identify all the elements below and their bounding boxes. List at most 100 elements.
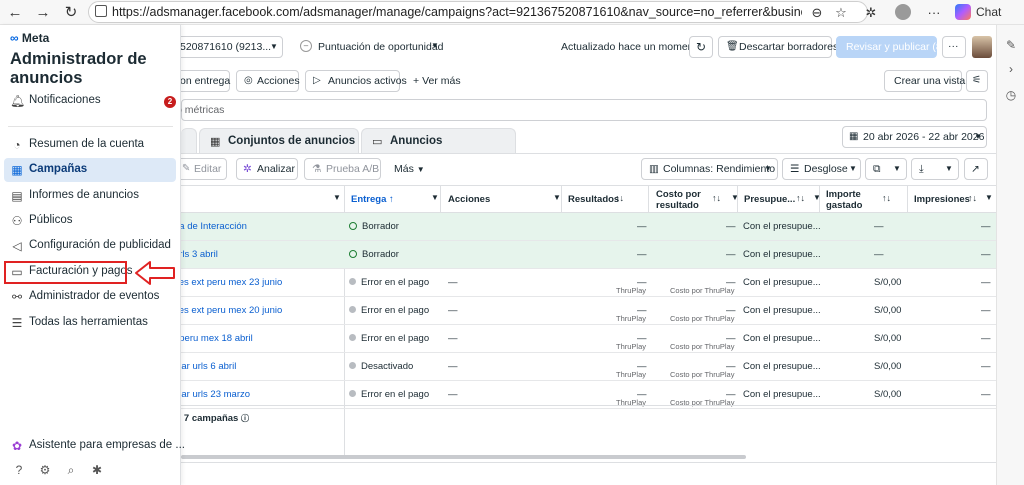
- campaign-name-link[interactable]: t peru mex 18 abril: [174, 333, 253, 344]
- zoom-icon[interactable]: ⊖: [808, 4, 826, 22]
- col-spent[interactable]: Importe gastado: [826, 189, 876, 211]
- forward-icon[interactable]: →: [34, 4, 52, 22]
- grid-icon: ▦: [210, 136, 221, 148]
- tab-ads[interactable]: ▭ Anuncios: [361, 128, 516, 153]
- discard-drafts-button[interactable]: 🗑 Descartar borradores: [718, 36, 838, 58]
- sidebar-item-account-overview[interactable]: ◔ Resumen de la cuenta: [4, 133, 176, 157]
- chart-button[interactable]: ↗: [964, 158, 988, 180]
- profile-avatar[interactable]: [895, 4, 911, 20]
- sidebar-item-campaigns[interactable]: ▦ Campañas: [4, 158, 176, 182]
- sort-icon[interactable]: ↑↓: [615, 193, 624, 203]
- more-button[interactable]: ···: [942, 36, 966, 58]
- chat-button[interactable]: Chat: [976, 5, 1001, 19]
- site-info-icon[interactable]: [95, 5, 107, 17]
- create-view-button[interactable]: Crear una vista: [884, 70, 965, 92]
- column-divider: [737, 185, 738, 213]
- chevron-right-icon[interactable]: ›: [1004, 62, 1018, 76]
- sidebar-item-audiences[interactable]: ⚇ Públicos: [4, 209, 176, 233]
- url-text[interactable]: https://adsmanager.facebook.com/adsmanag…: [112, 5, 802, 19]
- review-publish-button[interactable]: Revisar y publicar (8): [836, 36, 945, 58]
- table-row[interactable]: ces ext peru mex 23 junio Error en el pag…: [174, 269, 996, 297]
- export-dropdown[interactable]: ⤓ ▼: [911, 158, 959, 180]
- more-label: ···: [948, 40, 959, 52]
- filter-chip-active-ads[interactable]: ▷ Anuncios activos: [305, 70, 407, 92]
- meta-logo[interactable]: ∞ Meta: [10, 31, 49, 45]
- opportunity-score[interactable]: Puntuación de oportunidad: [318, 41, 444, 53]
- campaign-name-link[interactable]: ces ext peru mex 20 junio: [174, 305, 282, 316]
- chevron-down-icon[interactable]: ▼: [333, 193, 341, 202]
- history-icon[interactable]: ◷: [1004, 88, 1018, 102]
- col-cost[interactable]: Costo por resultado: [656, 189, 716, 211]
- user-avatar[interactable]: [972, 36, 992, 58]
- extensions-icon[interactable]: ✲: [862, 4, 880, 22]
- table-row[interactable]: inar urls 6 abril Desactivado — — ThruPlay — C…: [174, 353, 996, 381]
- col-delivery[interactable]: Entrega ↑: [351, 194, 394, 205]
- account-selector[interactable]: 520871610 (9213... ▼: [165, 36, 283, 58]
- sidebar-item-all-tools[interactable]: ☰ Todas las herramientas: [4, 311, 176, 335]
- status-dot-icon: [349, 334, 356, 341]
- chevron-down-icon[interactable]: ▼: [985, 193, 993, 202]
- sort-icon[interactable]: ↑↓: [968, 193, 977, 203]
- sort-icon[interactable]: ↑↓: [712, 193, 721, 203]
- chevron-down-icon[interactable]: ▼: [553, 193, 561, 202]
- tab-adsets[interactable]: ▦ Conjuntos de anuncios: [199, 128, 359, 153]
- settings-sliders-button[interactable]: ⚟: [966, 70, 988, 92]
- sidebar-item-notifications[interactable]: 🔔︎ Notificaciones: [4, 89, 176, 113]
- campaign-name-link[interactable]: ces ext peru mex 23 junio: [174, 277, 282, 288]
- table-row[interactable]: ña de Interacción Borrador — — Con el presup…: [174, 213, 996, 241]
- breakdown-dropdown[interactable]: ☰ Desglose ▼: [782, 158, 861, 180]
- budget-cell: Con el presupue...: [743, 305, 821, 316]
- col-actions[interactable]: Acciones: [448, 194, 490, 205]
- sidebar-item-ad-reports[interactable]: ▤ Informes de anuncios: [4, 184, 176, 208]
- sidebar-item-business-assistant[interactable]: ✿ Asistente para empresas de ...: [4, 434, 185, 458]
- campaign-name-link[interactable]: ña de Interacción: [174, 221, 247, 232]
- chevron-down-icon[interactable]: ▼: [431, 41, 439, 50]
- reload-icon[interactable]: ↻: [62, 4, 80, 22]
- col-results[interactable]: Resultados: [568, 194, 619, 205]
- back-icon[interactable]: ←: [6, 4, 24, 22]
- col-budget[interactable]: Presupue...: [744, 194, 795, 205]
- status-dot-icon: [349, 390, 356, 397]
- pencil-icon[interactable]: ✎: [1004, 38, 1018, 52]
- bug-icon[interactable]: ✱: [90, 463, 104, 477]
- star-icon[interactable]: ☆: [832, 4, 850, 22]
- analyze-button[interactable]: ✲ Analizar: [236, 158, 298, 180]
- search-filter-input[interactable]: [181, 99, 987, 121]
- help-icon[interactable]: ?: [12, 463, 26, 477]
- sort-icon[interactable]: ↑↓: [796, 193, 805, 203]
- sidebar-item-ad-settings[interactable]: ◁ Configuración de publicidad: [4, 234, 176, 258]
- flask-icon: ⚗: [312, 163, 322, 175]
- tab-campaigns[interactable]: [181, 128, 197, 153]
- annotation-arrow: [135, 261, 175, 285]
- table-row[interactable]: urls 3 abril Borrador — — Con el presupue...…: [174, 241, 996, 269]
- more-options-icon[interactable]: ···: [925, 4, 943, 22]
- refresh-button[interactable]: ↻: [689, 36, 713, 58]
- filter-chip-actions[interactable]: ◎ Acciones: [236, 70, 300, 92]
- chevron-down-icon[interactable]: ▼: [431, 193, 439, 202]
- see-more-link[interactable]: + Ver más: [413, 75, 461, 87]
- campaign-name-link[interactable]: inar urls 23 marzo: [174, 389, 250, 400]
- table-row[interactable]: ces ext peru mex 20 junio Error en el pag…: [174, 297, 996, 325]
- ab-test-button[interactable]: ⚗ Prueba A/B: [304, 158, 381, 180]
- events-icon: ⚯: [11, 290, 23, 304]
- horizontal-scrollbar[interactable]: [181, 455, 746, 459]
- columns-dropdown[interactable]: ▥ Columnas: Rendimiento ▼: [641, 158, 778, 180]
- col-impressions[interactable]: Impresiones: [914, 194, 970, 205]
- table-row[interactable]: t peru mex 18 abril Error en el pago — — Thr…: [174, 325, 996, 353]
- reports-dropdown[interactable]: ⧉ ▼: [865, 158, 907, 180]
- delivery-label: Borrador: [362, 221, 399, 232]
- actions-icon: ◎: [244, 75, 253, 86]
- info-icon[interactable]: ⓘ: [241, 414, 249, 423]
- copilot-icon[interactable]: [955, 4, 971, 20]
- campaign-name-link[interactable]: inar urls 6 abril: [174, 361, 236, 372]
- spent-cell: S/0,00: [874, 389, 902, 400]
- more-menu[interactable]: Más ▼: [394, 163, 425, 175]
- gear-icon[interactable]: ⚙: [38, 463, 52, 477]
- sort-icon[interactable]: ↑↓: [882, 193, 891, 203]
- chevron-down-icon: ▼: [416, 165, 425, 174]
- tabs-divider: [181, 153, 996, 154]
- search-icon[interactable]: ⌕: [64, 463, 78, 477]
- date-range-picker[interactable]: ▦ 20 abr 2026 - 22 abr 2026 ▼: [842, 126, 987, 148]
- spent-cell: S/0,00: [874, 361, 902, 372]
- sidebar-item-events-manager[interactable]: ⚯ Administrador de eventos: [4, 285, 176, 309]
